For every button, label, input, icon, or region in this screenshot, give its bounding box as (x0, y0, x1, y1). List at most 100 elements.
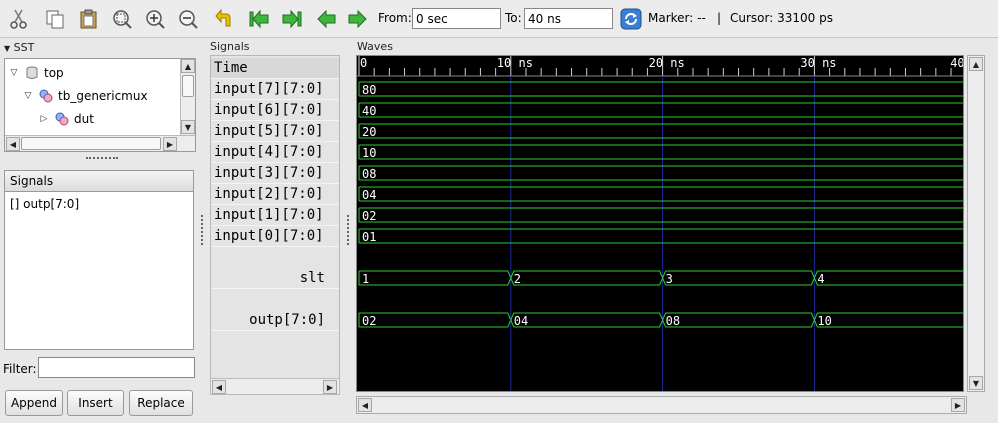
zoom-out-icon[interactable] (175, 6, 201, 32)
collapse-triangle-icon: ▼ (4, 44, 11, 53)
signal-name-input6[interactable]: input[6][7:0] (211, 100, 339, 121)
bus-value: 80 (362, 83, 376, 97)
bus-segment (358, 144, 963, 160)
to-input[interactable] (524, 8, 613, 29)
signals-pane-title: Signals (210, 40, 250, 53)
scroll-thumb[interactable] (21, 137, 161, 150)
timeline-label: 10 ns (497, 56, 533, 70)
tree-item-top[interactable]: ▽ top (9, 64, 64, 82)
bus-value: 02 (362, 209, 376, 223)
signal-name-input4[interactable]: input[4][7:0] (211, 142, 339, 163)
sst-horizontal-scrollbar[interactable]: ◀ ▶ (5, 135, 195, 151)
signal-names-pane: Time input[7][7:0] input[6][7:0] input[5… (210, 55, 340, 395)
go-start-icon[interactable] (246, 6, 272, 32)
scroll-up-icon[interactable]: ▲ (181, 59, 195, 73)
back-arrow-icon[interactable] (313, 6, 339, 32)
signal-name-input3[interactable]: input[3][7:0] (211, 163, 339, 184)
signals-list-header[interactable]: Signals (4, 170, 194, 192)
names-horizontal-scrollbar[interactable]: ◀ ▶ (211, 378, 339, 394)
insert-button[interactable]: Insert (67, 390, 124, 416)
collapsed-triangle-icon[interactable]: ▷ (39, 114, 49, 124)
waves-horizontal-scrollbar[interactable]: ◀ ▶ (356, 396, 967, 414)
signals-list: [] outp[7:0] (4, 192, 194, 350)
signal-name-outp[interactable]: outp[7:0] (211, 310, 339, 331)
replace-button[interactable]: Replace (129, 390, 193, 416)
module-icon (39, 89, 53, 103)
sst-panel-title[interactable]: ▼ SST (4, 41, 34, 54)
bus-value: 04 (362, 188, 376, 202)
marker-readout: Marker: -- (648, 11, 706, 25)
bus-segment (510, 270, 664, 286)
scroll-right-icon[interactable]: ▶ (163, 137, 177, 151)
signal-name-input0[interactable]: input[0][7:0] (211, 226, 339, 247)
waves-pane-title: Waves (357, 40, 393, 53)
splitter-grip[interactable] (86, 157, 118, 161)
bus-segment (358, 102, 963, 118)
scroll-right-icon[interactable]: ▶ (951, 398, 965, 412)
module-icon (55, 112, 69, 126)
bus-value: 4 (817, 272, 824, 286)
timeline-label: 0 (360, 56, 367, 70)
copy-icon[interactable] (42, 6, 68, 32)
bus-value: 08 (666, 314, 680, 328)
bus-segment (358, 207, 963, 223)
bus-segment (358, 270, 512, 286)
bus-segment (358, 312, 512, 328)
bus-segment (358, 165, 963, 181)
bus-value: 02 (362, 314, 376, 328)
waves-vertical-scrollbar[interactable]: ▲ ▼ (967, 55, 985, 392)
scroll-right-icon[interactable]: ▶ (323, 380, 337, 394)
scroll-left-icon[interactable]: ◀ (212, 380, 226, 394)
zoom-in-icon[interactable] (142, 6, 168, 32)
signal-name-input7[interactable]: input[7][7:0] (211, 79, 339, 100)
bus-segment (510, 312, 664, 328)
time-row-label: Time (211, 58, 339, 79)
bus-value: 01 (362, 230, 376, 244)
vertical-splitter-grip[interactable] (347, 215, 350, 245)
bus-value: 1 (362, 272, 369, 286)
signal-name-slt[interactable]: slt (211, 268, 339, 289)
bus-segment (662, 312, 815, 328)
append-button[interactable]: Append (5, 390, 63, 416)
timeline-label: 30 ns (800, 56, 836, 70)
sst-tree: ▽ top ▽ tb_genericmux ▷ dut ▲ ▼ ◀ ▶ (4, 58, 196, 152)
scroll-down-icon[interactable]: ▼ (181, 120, 195, 134)
toolbar-divider: | (717, 11, 722, 25)
database-icon (26, 66, 38, 79)
expand-triangle-icon[interactable]: ▽ (9, 68, 19, 78)
go-end-icon[interactable] (279, 6, 305, 32)
forward-arrow-icon[interactable] (345, 6, 371, 32)
bus-segment (358, 81, 963, 97)
signal-name-input2[interactable]: input[2][7:0] (211, 184, 339, 205)
zoom-fit-icon[interactable] (109, 6, 135, 32)
waveform-viewer[interactable]: 0 10 ns 20 ns 30 ns 40 80 40 20 10 08 04 02 01 1 2 3 4 02… (356, 55, 964, 392)
scroll-left-icon[interactable]: ◀ (358, 398, 372, 412)
timeline-label: 20 ns (649, 56, 685, 70)
undo-zoom-icon[interactable] (212, 6, 238, 32)
filter-input[interactable] (38, 357, 195, 378)
tree-item-tb-genericmux[interactable]: ▽ tb_genericmux (23, 87, 148, 105)
paste-icon[interactable] (76, 6, 102, 32)
signal-name-input1[interactable]: input[1][7:0] (211, 205, 339, 226)
vertical-splitter-grip[interactable] (201, 215, 204, 245)
sst-vertical-scrollbar[interactable]: ▲ ▼ (180, 59, 195, 135)
filter-label: Filter: (3, 362, 37, 376)
scroll-down-icon[interactable]: ▼ (969, 376, 983, 390)
bus-value: 10 (817, 314, 831, 328)
bus-value: 2 (514, 272, 521, 286)
bus-value: 20 (362, 125, 376, 139)
scroll-left-icon[interactable]: ◀ (6, 137, 20, 151)
reload-icon[interactable] (618, 6, 644, 32)
from-input[interactable] (412, 8, 501, 29)
waveform-canvas[interactable]: 0 10 ns 20 ns 30 ns 40 80 40 20 10 08 04 02 01 1 2 3 4 02… (357, 56, 964, 392)
bus-value: 3 (666, 272, 673, 286)
bus-value: 08 (362, 167, 376, 181)
scroll-thumb[interactable] (182, 75, 194, 97)
signal-name-input5[interactable]: input[5][7:0] (211, 121, 339, 142)
cut-icon[interactable] (6, 6, 32, 32)
signal-item-outp[interactable]: [] outp[7:0] (10, 197, 79, 211)
tree-item-dut[interactable]: ▷ dut (39, 110, 94, 128)
scroll-up-icon[interactable]: ▲ (969, 57, 983, 71)
expand-triangle-icon[interactable]: ▽ (23, 91, 33, 101)
bus-segment (358, 228, 963, 244)
